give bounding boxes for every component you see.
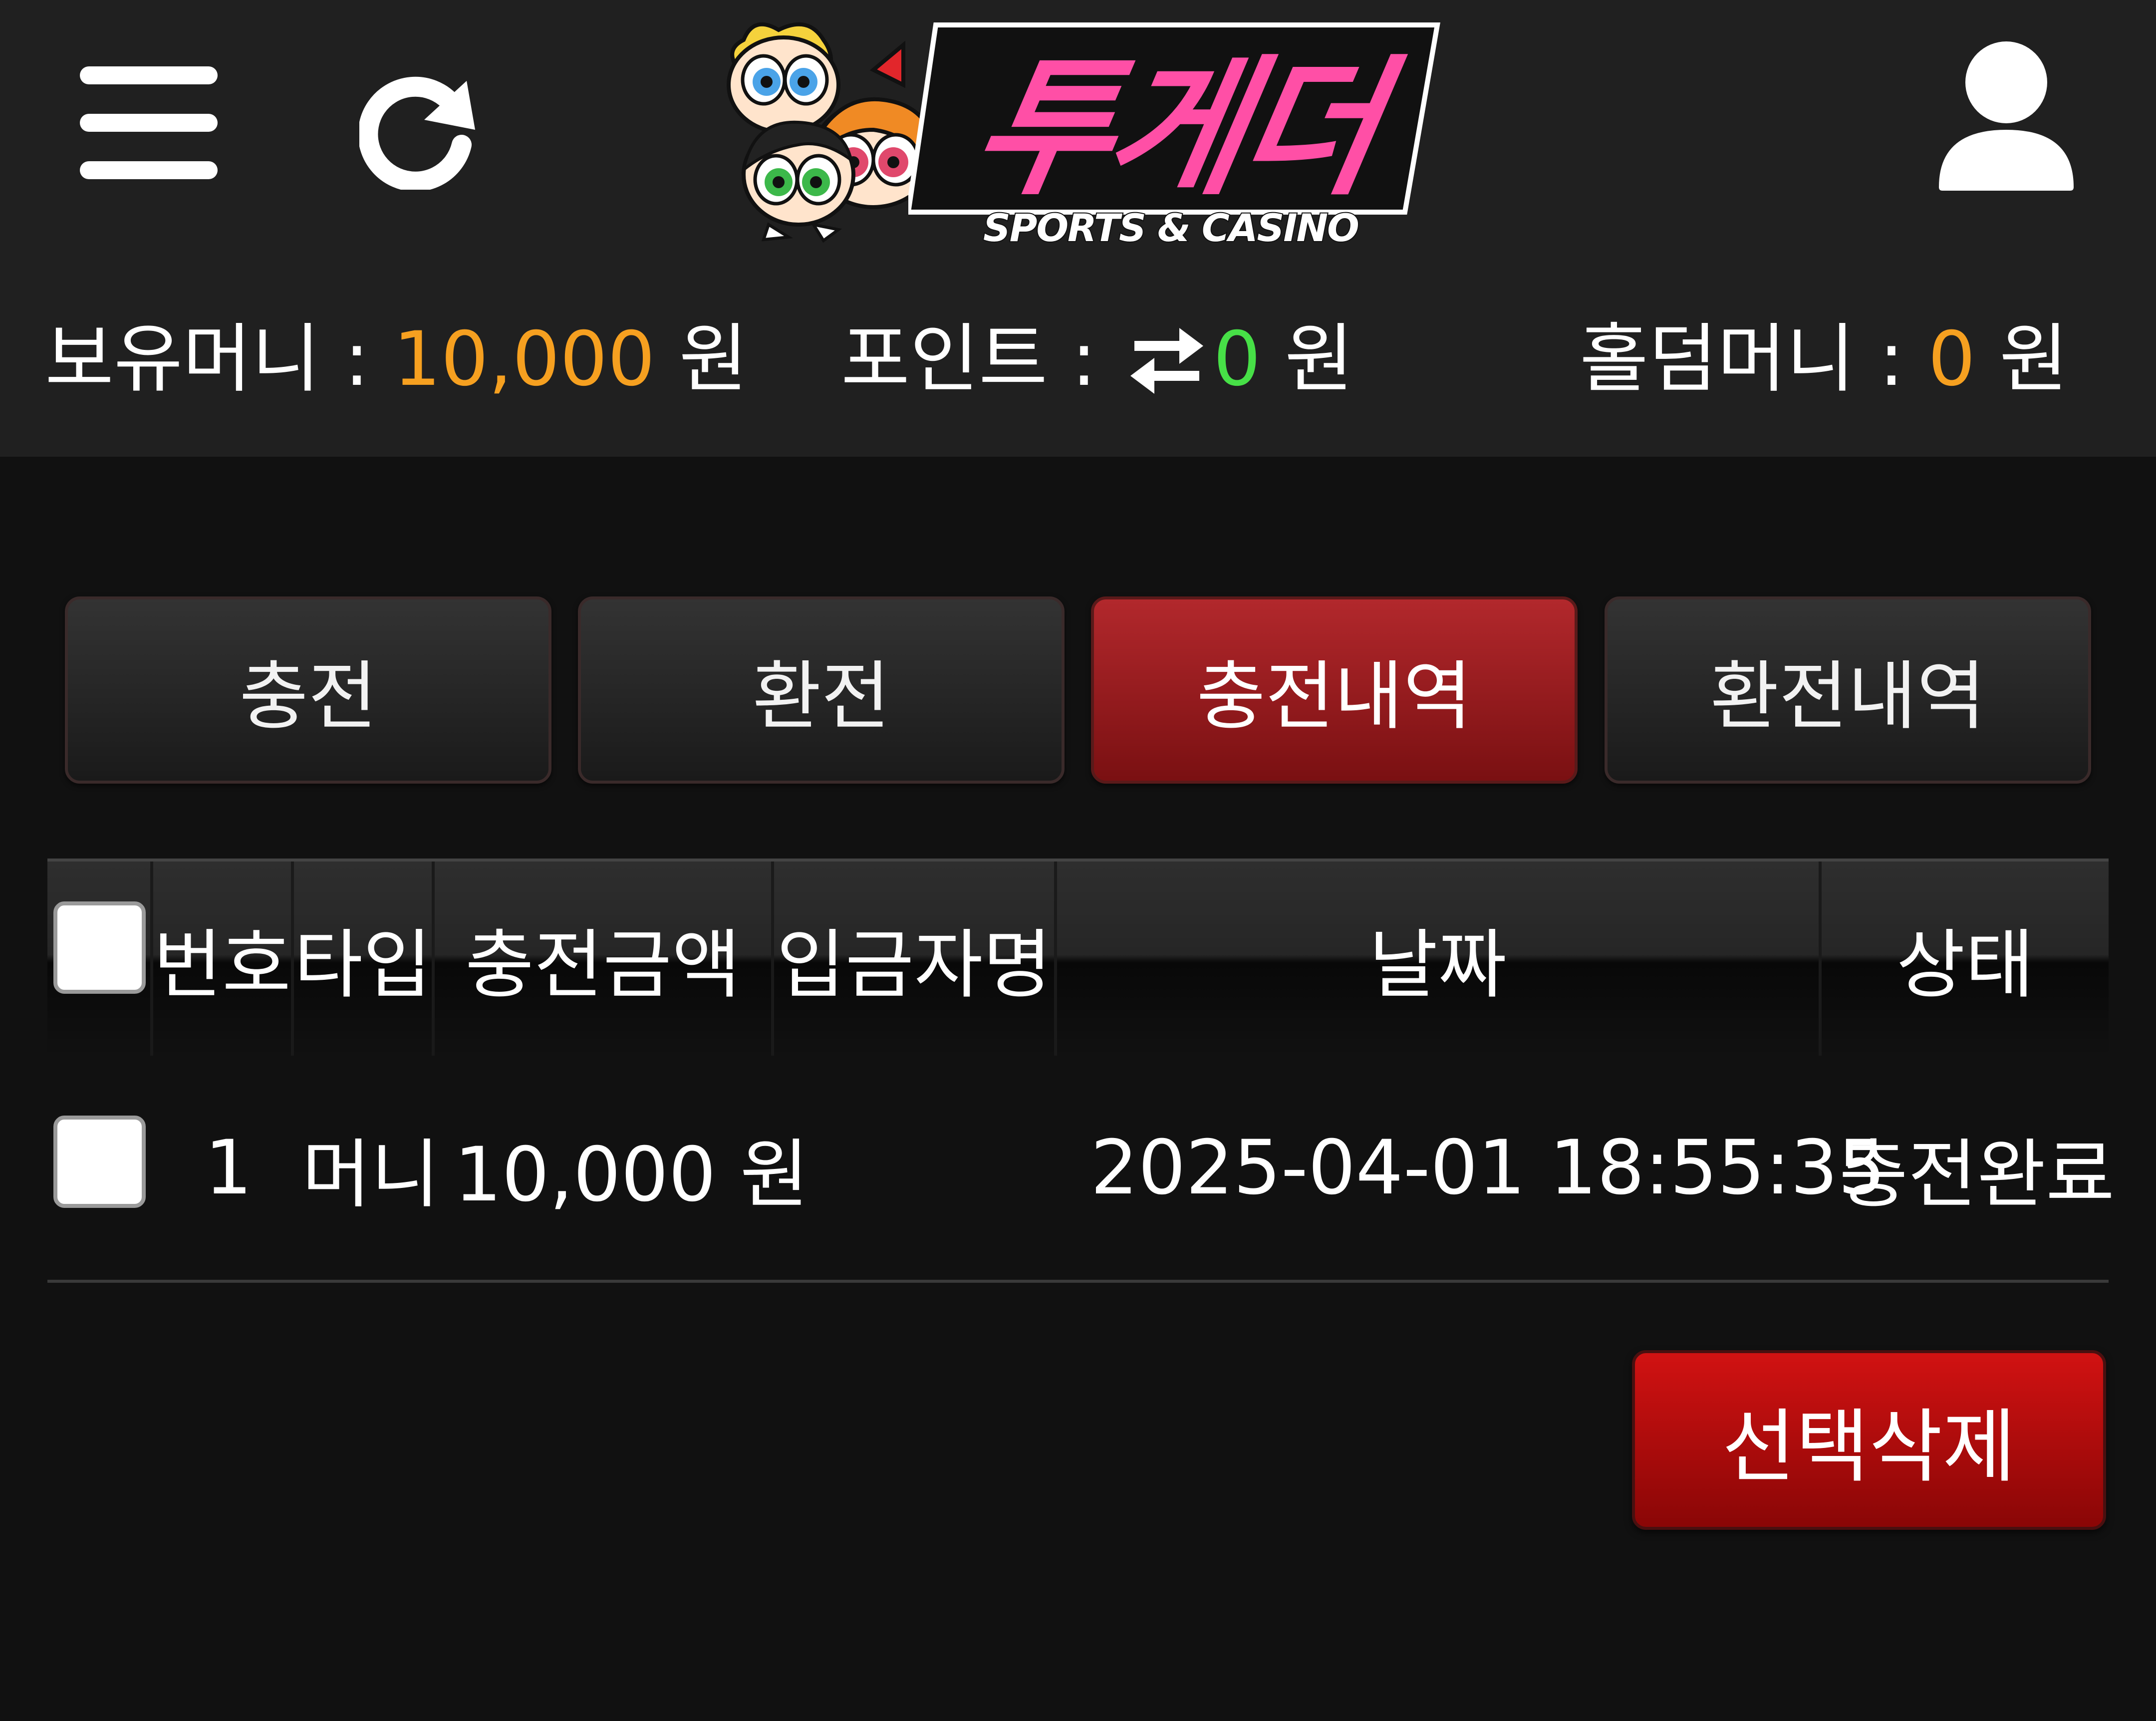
refresh-button[interactable] bbox=[358, 70, 489, 192]
refresh-icon bbox=[358, 76, 475, 192]
column-header-number: 번호 bbox=[153, 861, 294, 1056]
money-unit: 원 bbox=[655, 316, 748, 403]
point-balance: 포인트 : 0 원 bbox=[841, 294, 1353, 424]
table-row: 1 머니 10,000 원 2025-04-01 18:55:35 충전완료 bbox=[47, 1056, 2115, 1283]
logo-subtitle: SPORTS & CASINO bbox=[982, 205, 1360, 251]
point-label: 포인트 : bbox=[841, 316, 1120, 403]
row-status: 충전완료 bbox=[1839, 1131, 2115, 1218]
holdem-amount: 0 bbox=[1927, 316, 1976, 403]
user-profile-button[interactable] bbox=[1936, 35, 2076, 195]
row-date: 2025-04-01 18:55:35 bbox=[1090, 1125, 1886, 1211]
tab-exchange-history[interactable]: 환전내역 bbox=[1605, 596, 2091, 784]
user-icon bbox=[1939, 41, 2074, 191]
select-all-checkbox[interactable] bbox=[53, 901, 146, 994]
select-all-cell bbox=[47, 861, 153, 1056]
swap-arrows-icon[interactable] bbox=[1129, 322, 1204, 397]
point-unit: 원 bbox=[1261, 316, 1354, 403]
tab-exchange[interactable]: 환전 bbox=[578, 596, 1065, 784]
logo-title: 투게더 bbox=[958, 38, 1394, 219]
point-amount: 0 bbox=[1213, 316, 1261, 403]
charge-history-page: 투게더 SPORTS & CASINO 보유머니 : 10,000 원 포인트 … bbox=[0, 0, 2156, 1721]
tab-charge[interactable]: 충전 bbox=[65, 596, 551, 784]
column-header-depositor: 입금자명 bbox=[774, 861, 1057, 1056]
wallet-summary: 보유머니 : 10,000 원 포인트 : 0 원 홀덤머니 : 0 원 bbox=[0, 294, 2156, 424]
history-table-header: 번호 타입 충전금액 입금자명 날짜 상태 bbox=[47, 859, 2109, 1056]
row-amount: 10,000 원 bbox=[454, 1131, 809, 1218]
hamburger-menu-button[interactable] bbox=[80, 62, 220, 187]
holdem-label: 홀덤머니 : bbox=[1580, 316, 1928, 403]
row-type: 머니 bbox=[302, 1131, 440, 1218]
money-amount: 10,000 bbox=[393, 316, 655, 403]
tab-charge-history[interactable]: 충전내역 bbox=[1091, 596, 1578, 784]
holdem-balance: 홀덤머니 : 0 원 bbox=[1580, 294, 2068, 424]
holdem-unit: 원 bbox=[1975, 316, 2069, 403]
menu-bar-icon bbox=[80, 66, 218, 84]
row-number: 1 bbox=[205, 1125, 253, 1211]
menu-bar-icon bbox=[80, 114, 218, 132]
row-select-checkbox[interactable] bbox=[53, 1116, 146, 1208]
site-logo[interactable]: 투게더 SPORTS & CASINO bbox=[724, 10, 1442, 251]
delete-selected-button[interactable]: 선택삭제 bbox=[1632, 1350, 2106, 1530]
money-balance: 보유머니 : 10,000 원 bbox=[45, 294, 748, 424]
column-header-date: 날짜 bbox=[1057, 861, 1822, 1056]
column-header-status: 상태 bbox=[1896, 922, 2034, 1009]
money-label: 보유머니 : bbox=[45, 316, 393, 403]
column-header-amount: 충전금액 bbox=[435, 861, 774, 1056]
column-header-type: 타입 bbox=[294, 861, 435, 1056]
top-header: 투게더 SPORTS & CASINO 보유머니 : 10,000 원 포인트 … bbox=[0, 0, 2156, 457]
menu-bar-icon bbox=[80, 161, 218, 179]
wallet-tabs: 충전 환전 충전내역 환전내역 bbox=[65, 596, 2091, 784]
